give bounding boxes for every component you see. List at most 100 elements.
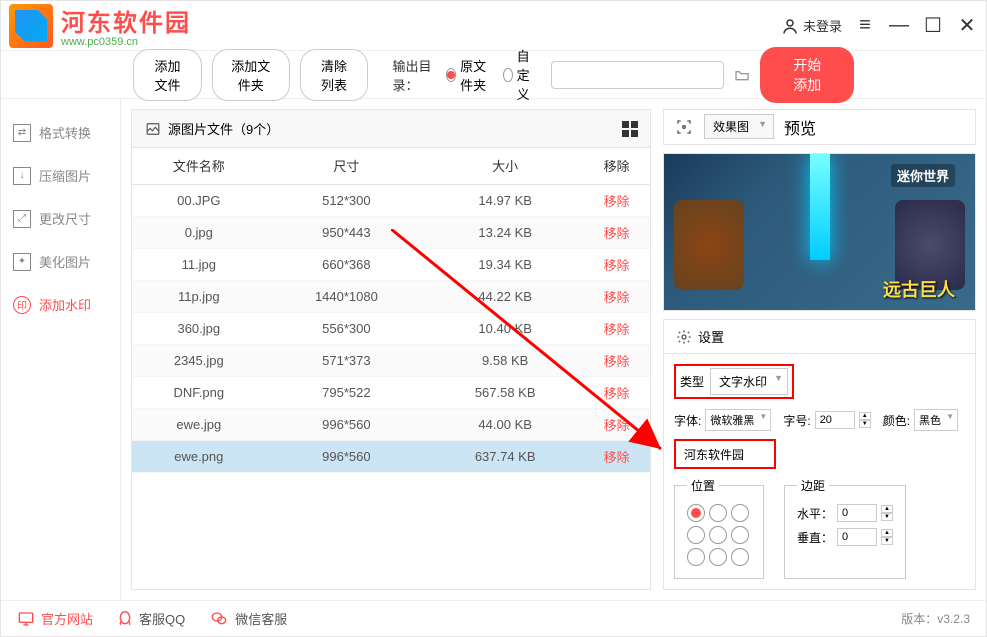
remove-link[interactable]: 移除: [604, 258, 630, 273]
pos-tc[interactable]: [709, 504, 727, 522]
pos-bc[interactable]: [709, 548, 727, 566]
website-link[interactable]: 官方网站: [17, 609, 93, 628]
file-panel-header: 源图片文件（9个）: [132, 110, 650, 148]
maximize-button[interactable]: ☐: [922, 15, 944, 37]
col-size: 尺寸: [266, 148, 428, 184]
cell-name: 360.jpg: [132, 312, 266, 344]
pos-br[interactable]: [731, 548, 749, 566]
browse-folder-icon[interactable]: [734, 65, 750, 85]
pos-bl[interactable]: [687, 548, 705, 566]
cell-filesize: 19.34 KB: [427, 248, 583, 280]
output-custom-radio[interactable]: 自定义: [503, 46, 541, 103]
vertical-spinner[interactable]: ▲▼: [881, 529, 893, 545]
sidebar: ⇄格式转换 ↓压缩图片 ⤢更改尺寸 ✦美化图片 印添加水印: [1, 99, 121, 600]
pos-mr[interactable]: [731, 526, 749, 544]
position-fieldset: 位置: [674, 477, 764, 579]
minimize-button[interactable]: —: [888, 15, 910, 37]
remove-link[interactable]: 移除: [604, 386, 630, 401]
cell-filesize: 637.74 KB: [427, 440, 583, 472]
toolbar: 添加文件 添加文件夹 清除列表 输出目录： 原文件夹 自定义 开始添加: [1, 51, 986, 99]
cell-name: ewe.png: [132, 440, 266, 472]
horizontal-input[interactable]: [837, 504, 877, 522]
preview-label: 预览: [784, 115, 816, 139]
sidebar-item-watermark[interactable]: 印添加水印: [1, 283, 120, 326]
type-label: 类型: [680, 373, 704, 390]
cell-size: 1440*1080: [266, 280, 428, 312]
cell-size: 512*300: [266, 184, 428, 216]
pos-ml[interactable]: [687, 526, 705, 544]
margin-fieldset: 边距 水平： ▲▼ 垂直： ▲▼: [784, 477, 906, 579]
preview-image: 迷你世界 远古巨人: [663, 153, 976, 311]
table-row[interactable]: 2345.jpg571*3739.58 KB移除: [132, 344, 650, 376]
remove-link[interactable]: 移除: [604, 418, 630, 433]
cell-filesize: 9.58 KB: [427, 344, 583, 376]
sidebar-item-resize[interactable]: ⤢更改尺寸: [1, 197, 120, 240]
cell-size: 660*368: [266, 248, 428, 280]
font-label: 字体:: [674, 412, 701, 429]
cell-size: 571*373: [266, 344, 428, 376]
col-name: 文件名称: [132, 148, 266, 184]
add-folder-button[interactable]: 添加文件夹: [212, 49, 290, 101]
gear-icon: [676, 329, 692, 345]
qq-link[interactable]: 客服QQ: [117, 609, 185, 628]
clear-list-button[interactable]: 清除列表: [300, 49, 369, 101]
logo-url: www.pc0359.cn: [61, 36, 191, 48]
cell-name: 0.jpg: [132, 216, 266, 248]
fontsize-spinner[interactable]: ▲▼: [859, 412, 871, 428]
table-row[interactable]: ewe.jpg996*56044.00 KB移除: [132, 408, 650, 440]
col-filesize: 大小: [427, 148, 583, 184]
table-row[interactable]: 0.jpg950*44313.24 KB 移除: [132, 216, 650, 248]
add-file-button[interactable]: 添加文件: [133, 49, 202, 101]
table-row[interactable]: 360.jpg556*30010.40 KB移除: [132, 312, 650, 344]
sidebar-item-compress[interactable]: ↓压缩图片: [1, 154, 120, 197]
cell-size: 950*443: [266, 216, 428, 248]
sidebar-item-format[interactable]: ⇄格式转换: [1, 111, 120, 154]
remove-link[interactable]: 移除: [604, 354, 630, 369]
cell-filesize: 567.58 KB: [427, 376, 583, 408]
wechat-link[interactable]: 微信客服: [209, 609, 287, 628]
position-grid[interactable]: [687, 504, 751, 568]
table-row[interactable]: 00.JPG512*30014.97 KB移除: [132, 184, 650, 216]
game-text: 远古巨人: [883, 276, 955, 302]
remove-link[interactable]: 移除: [604, 226, 630, 241]
resize-icon: ⤢: [13, 210, 31, 228]
remove-link[interactable]: 移除: [604, 194, 630, 209]
format-icon: ⇄: [13, 124, 31, 142]
horizontal-spinner[interactable]: ▲▼: [881, 505, 893, 521]
login-button[interactable]: 未登录: [781, 16, 842, 35]
menu-button[interactable]: ≡: [854, 15, 876, 37]
table-row[interactable]: 11p.jpg1440*108044.22 KB移除: [132, 280, 650, 312]
table-row[interactable]: ewe.png996*560637.74 KB 移除: [132, 440, 650, 472]
output-label: 输出目录：: [392, 56, 436, 94]
watermark-type-dropdown[interactable]: 文字水印: [710, 368, 788, 395]
cell-name: 11.jpg: [132, 248, 266, 280]
monitor-icon: [17, 611, 35, 627]
fontsize-label: 字号:: [783, 412, 810, 429]
close-button[interactable]: ✕: [956, 15, 978, 37]
remove-link[interactable]: 移除: [604, 290, 630, 305]
table-row[interactable]: 11.jpg660*36819.34 KB 移除: [132, 248, 650, 280]
output-path-input[interactable]: [551, 61, 724, 89]
remove-link[interactable]: 移除: [604, 322, 630, 337]
color-select[interactable]: 黑色: [914, 409, 958, 431]
start-button[interactable]: 开始添加: [760, 47, 854, 103]
settings-header: 设置: [664, 320, 975, 354]
sidebar-item-beautify[interactable]: ✦美化图片: [1, 240, 120, 283]
pos-tr[interactable]: [731, 504, 749, 522]
font-select[interactable]: 微软雅黑: [705, 409, 771, 431]
output-original-radio[interactable]: 原文件夹: [446, 56, 493, 94]
effect-dropdown[interactable]: 效果图: [704, 114, 774, 139]
footer: 官方网站 客服QQ 微信客服 版本：v3.2.3: [1, 600, 986, 636]
pos-mc[interactable]: [709, 526, 727, 544]
fontsize-input[interactable]: [815, 411, 855, 429]
cell-filesize: 13.24 KB: [427, 216, 583, 248]
settings-panel: 设置 类型 文字水印 字体: 微软雅黑 字号: ▲▼: [663, 319, 976, 590]
cell-size: 996*560: [266, 440, 428, 472]
table-row[interactable]: DNF.png795*522567.58 KB移除: [132, 376, 650, 408]
watermark-text-input[interactable]: [680, 443, 770, 465]
remove-link[interactable]: 移除: [604, 450, 630, 465]
pos-tl[interactable]: [687, 504, 705, 522]
cell-size: 795*522: [266, 376, 428, 408]
vertical-input[interactable]: [837, 528, 877, 546]
grid-view-icon[interactable]: [622, 121, 638, 137]
